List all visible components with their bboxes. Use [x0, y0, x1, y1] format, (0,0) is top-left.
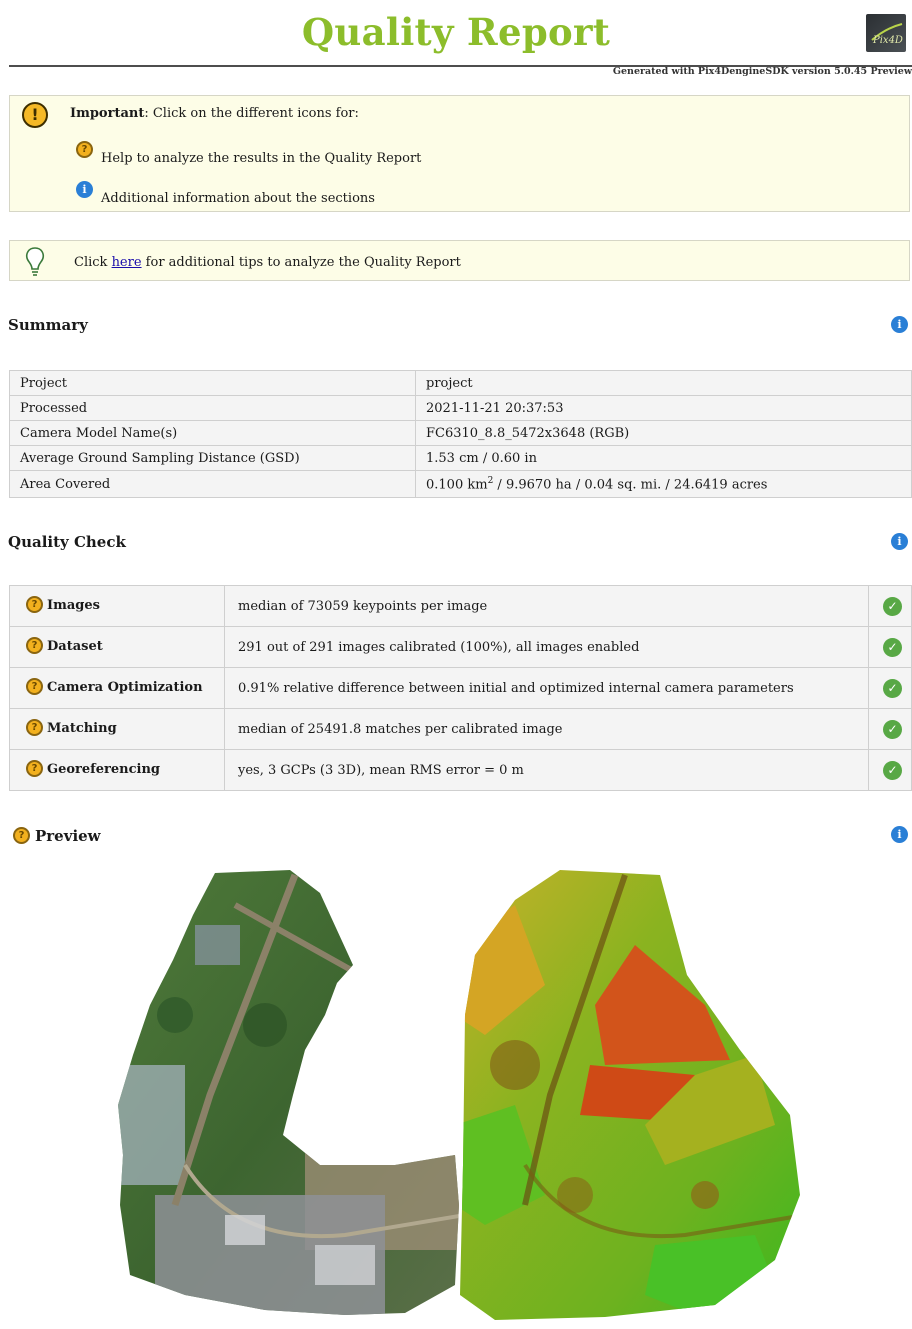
table-row: Average Ground Sampling Distance (GSD) 1… [9, 445, 912, 471]
important-text: Important: Click on the different icons … [70, 106, 359, 121]
qc-name-cell: ? Georeferencing [9, 749, 225, 791]
qc-name: Dataset [47, 639, 103, 654]
help-legend-text: Help to analyze the results in the Quali… [101, 151, 422, 166]
summary-label: Project [9, 370, 416, 396]
preview-info-icon[interactable]: i [891, 826, 908, 843]
qc-desc: median of 73059 keypoints per image [224, 585, 869, 627]
area-km: 0.100 km [426, 477, 488, 493]
table-row: ? Camera Optimization 0.91% relative diff… [9, 667, 912, 709]
table-row: Camera Model Name(s) FC6310_8.8_5472x364… [9, 420, 912, 446]
tip-before: Click [74, 255, 112, 270]
qc-name-cell: ? Dataset [9, 626, 225, 668]
tips-link[interactable]: here [112, 255, 142, 270]
qc-desc: 291 out of 291 images calibrated (100%),… [224, 626, 869, 668]
help-icon[interactable]: ? [26, 719, 43, 736]
table-row: Area Covered 0.100 km2 / 9.9670 ha / 0.0… [9, 470, 912, 498]
check-ok-icon: ✓ [883, 638, 902, 657]
table-row: Project project [9, 370, 912, 396]
summary-label: Area Covered [9, 470, 416, 498]
qc-name: Images [47, 598, 100, 613]
area-rest: / 9.9670 ha / 0.04 sq. mi. / 24.6419 acr… [493, 477, 768, 493]
qc-name-cell: ? Camera Optimization [9, 667, 225, 709]
logo-swoosh-icon [871, 23, 903, 41]
summary-label: Camera Model Name(s) [9, 420, 416, 446]
logo-text: Pix4D [873, 35, 903, 46]
lightbulb-icon [25, 247, 45, 276]
summary-table: Project project Processed 2021-11-21 20:… [9, 370, 912, 498]
summary-label: Processed [9, 395, 416, 421]
preview-help-icon[interactable]: ? [13, 827, 30, 844]
check-ok-icon: ✓ [883, 761, 902, 780]
summary-value: project [415, 370, 912, 396]
summary-value: 0.100 km2 / 9.9670 ha / 0.04 sq. mi. / 2… [415, 470, 912, 498]
qc-desc: median of 25491.8 matches per calibrated… [224, 708, 869, 750]
quality-check-heading: Quality Check [8, 533, 126, 551]
table-row: ? Dataset 291 out of 291 images calibrate… [9, 626, 912, 668]
qc-name-cell: ? Images [9, 585, 225, 627]
summary-info-icon[interactable]: i [891, 316, 908, 333]
qc-status-cell: ✓ [868, 585, 912, 627]
qc-status-cell: ✓ [868, 626, 912, 668]
report-title: Quality Report [301, 10, 611, 54]
pix4d-logo: Pix4D [866, 14, 906, 52]
help-icon[interactable]: ? [26, 637, 43, 654]
help-icon[interactable]: ? [26, 760, 43, 777]
orthomosaic-preview [118, 870, 459, 1315]
qc-status-cell: ✓ [868, 749, 912, 791]
quality-check-info-icon[interactable]: i [891, 533, 908, 550]
preview-heading: Preview [35, 827, 101, 845]
check-ok-icon: ✓ [883, 720, 902, 739]
summary-heading: Summary [8, 316, 88, 334]
summary-label: Average Ground Sampling Distance (GSD) [9, 445, 416, 471]
qc-name: Georeferencing [47, 762, 160, 777]
table-row: ? Georeferencing yes, 3 GCPs (3 3D), mean… [9, 749, 912, 791]
tip-box: Click here for additional tips to analyz… [9, 240, 910, 281]
help-icon[interactable]: ? [76, 141, 93, 158]
summary-value: 2021-11-21 20:37:53 [415, 395, 912, 421]
warning-icon: ! [22, 102, 48, 128]
qc-name-cell: ? Matching [9, 708, 225, 750]
table-row: ? Images median of 73059 keypoints per im… [9, 585, 912, 627]
qc-status-cell: ✓ [868, 708, 912, 750]
summary-value: FC6310_8.8_5472x3648 (RGB) [415, 420, 912, 446]
help-icon[interactable]: ? [26, 678, 43, 695]
info-legend-text: Additional information about the section… [101, 191, 375, 206]
table-row: ? Matching median of 25491.8 matches per … [9, 708, 912, 750]
generated-by: Generated with Pix4DengineSDK version 5.… [612, 66, 912, 77]
important-box: ! Important: Click on the different icon… [9, 95, 910, 212]
qc-desc: yes, 3 GCPs (3 3D), mean RMS error = 0 m [224, 749, 869, 791]
help-icon[interactable]: ? [26, 596, 43, 613]
summary-value: 1.53 cm / 0.60 in [415, 445, 912, 471]
quality-check-table: ? Images median of 73059 keypoints per im… [9, 585, 912, 791]
info-icon[interactable]: i [76, 181, 93, 198]
tip-text: Click here for additional tips to analyz… [74, 255, 461, 270]
qc-desc: 0.91% relative difference between initia… [224, 667, 869, 709]
qc-name: Matching [47, 721, 117, 736]
tip-after: for additional tips to analyze the Quali… [141, 255, 461, 270]
important-instruction: : Click on the different icons for: [144, 106, 359, 121]
important-lead: Important [70, 106, 145, 121]
dsm-preview [460, 870, 800, 1320]
qc-status-cell: ✓ [868, 667, 912, 709]
table-row: Processed 2021-11-21 20:37:53 [9, 395, 912, 421]
check-ok-icon: ✓ [883, 679, 902, 698]
qc-name: Camera Optimization [47, 680, 203, 695]
check-ok-icon: ✓ [883, 597, 902, 616]
